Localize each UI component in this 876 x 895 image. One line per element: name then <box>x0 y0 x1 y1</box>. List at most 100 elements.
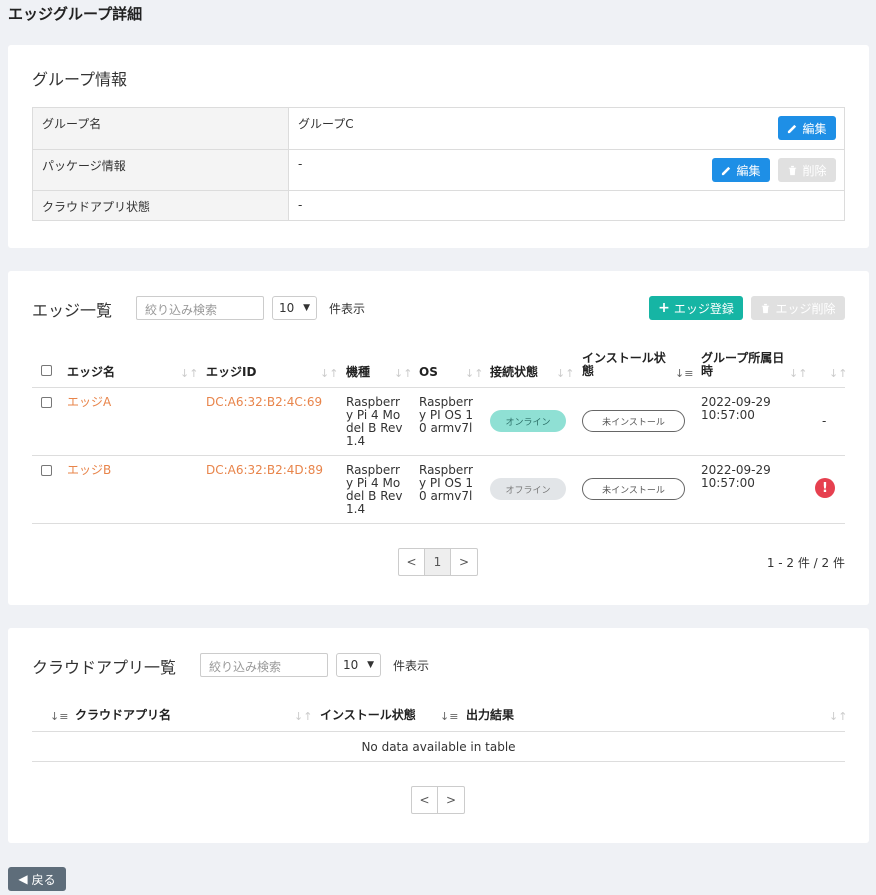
info-value: - <box>298 198 303 212</box>
register-label: エッジ登録 <box>673 301 734 316</box>
delete-label: 削除 <box>802 163 827 178</box>
install-status-badge: 未インストール <box>582 478 685 500</box>
sort-icon[interactable]: ↓↑ <box>556 367 574 380</box>
edge-table-header: エッジ名 ↓↑ エッジID ↓↑ 機種 ↓↑ OS ↓↑ 接続状態 ↓↑ インス… <box>32 349 847 388</box>
edge-count: 1 - 2 件 / 2 件 <box>766 556 845 570</box>
cloud-app-table-header: ↓≡ クラウドアプリ名 ↓↑ インストール状態 ↓≡ 出力結果 ↓↑ <box>32 700 847 732</box>
delete-edge-button[interactable]: エッジ削除 <box>751 296 845 320</box>
install-status-badge: 未インストール <box>582 410 685 432</box>
edge-list-card: エッジ一覧 絞り込み検索 10 ▼ 件表示 + エッジ登録 エッジ削除 エッジ名… <box>8 271 869 605</box>
group-info-card: グループ情報 グループ名 グループC 編集 パッケージ情報 - 編集 削除 クラ… <box>8 45 869 248</box>
sort-icon[interactable]: ↓↑ <box>320 367 338 380</box>
row-checkbox[interactable] <box>41 465 52 476</box>
col-output[interactable]: 出力結果 <box>466 709 514 722</box>
select-all-checkbox[interactable] <box>41 365 52 376</box>
package-value: - <box>298 157 303 171</box>
col-install[interactable]: インストール状態 <box>582 352 670 378</box>
table-row: エッジB DC:A6:32:B2:4D:89 Raspberr y Pi 4 Mo… <box>32 456 845 524</box>
cloud-app-card: クラウドアプリ一覧 絞り込み検索 10 ▼ 件表示 ↓≡ クラウドアプリ名 ↓↑… <box>8 628 869 843</box>
back-button[interactable]: ◀ 戻る <box>8 867 66 891</box>
info-key: グループ名 <box>33 108 289 149</box>
plus-icon: + <box>658 300 670 316</box>
info-row-cloud-app: クラウドアプリ状態 - <box>33 191 844 220</box>
prev-page-button[interactable]: < <box>412 787 438 813</box>
trash-icon <box>789 165 797 175</box>
edge-id-link[interactable]: DC:A6:32:B2:4D:89 <box>206 464 323 477</box>
edge-model: Raspberr y Pi 4 Mo del B Rev 1.4 <box>346 395 403 448</box>
joined-at: 2022-09-29 10:57:00 <box>701 463 771 490</box>
group-info-table: グループ名 グループC 編集 パッケージ情報 - 編集 削除 クラウドアプリ状態… <box>32 107 845 221</box>
sort-icon[interactable]: ↓↑ <box>789 367 807 380</box>
back-label: 戻る <box>31 872 56 887</box>
cloud-app-title: クラウドアプリ一覧 <box>32 658 177 677</box>
chevron-down-icon: ▼ <box>367 660 374 670</box>
page-size-value: 10 <box>279 301 295 315</box>
edit-label: 編集 <box>736 163 761 178</box>
info-value: - 編集 削除 <box>289 150 844 190</box>
row-checkbox[interactable] <box>41 397 52 408</box>
edge-os: Raspberr y PI OS 10 armv7l <box>419 395 474 435</box>
status-badge: オンライン <box>490 410 566 432</box>
sort-icon[interactable]: ↓≡ <box>50 710 68 723</box>
per-page-label: 件表示 <box>393 659 430 673</box>
sort-icon[interactable]: ↓↑ <box>829 367 847 380</box>
edit-group-name-button[interactable]: 編集 <box>778 116 836 140</box>
trash-icon <box>762 303 770 313</box>
alert-icon[interactable]: ! <box>815 478 835 498</box>
sort-icon[interactable]: ↓↑ <box>180 367 198 380</box>
info-key: クラウドアプリ状態 <box>33 191 289 220</box>
extra-value: - <box>822 414 827 428</box>
group-info-title: グループ情報 <box>32 70 128 89</box>
table-row: エッジA DC:A6:32:B2:4C:69 Raspberr y Pi 4 Mo… <box>32 388 845 456</box>
col-edge-id[interactable]: エッジID <box>206 366 256 379</box>
group-name-value: グループC <box>298 117 354 131</box>
cloud-app-pagination: < > <box>411 786 465 814</box>
edge-pagination: < 1 > <box>398 548 478 576</box>
page-1-button[interactable]: 1 <box>425 549 451 575</box>
sort-icon[interactable]: ↓↑ <box>829 710 847 723</box>
col-model[interactable]: 機種 <box>346 366 370 379</box>
col-os[interactable]: OS <box>419 366 438 379</box>
col-edge-name[interactable]: エッジ名 <box>67 366 115 379</box>
edge-name-link[interactable]: エッジB <box>67 464 111 477</box>
col-joined[interactable]: グループ所属日時 <box>701 352 785 378</box>
joined-at: 2022-09-29 10:57:00 <box>701 395 771 422</box>
edge-name-link[interactable]: エッジA <box>67 396 111 409</box>
delete-package-button[interactable]: 削除 <box>778 158 836 182</box>
sort-icon[interactable]: ↓↑ <box>465 367 483 380</box>
pencil-icon <box>722 166 731 175</box>
sort-icon[interactable]: ↓↑ <box>394 367 412 380</box>
cloud-app-page-size-select[interactable]: 10 ▼ <box>336 653 381 677</box>
chevron-down-icon: ▼ <box>303 303 310 313</box>
edge-search-input[interactable]: 絞り込み検索 <box>136 296 264 320</box>
page-size-value: 10 <box>343 658 359 672</box>
delete-edge-label: エッジ削除 <box>775 301 836 316</box>
edge-list-title: エッジ一覧 <box>32 301 113 320</box>
edge-page-size-select[interactable]: 10 ▼ <box>272 296 317 320</box>
next-page-button[interactable]: > <box>438 787 464 813</box>
edit-package-button[interactable]: 編集 <box>712 158 770 182</box>
sort-icon[interactable]: ↓↑ <box>294 710 312 723</box>
edge-model: Raspberr y Pi 4 Mo del B Rev 1.4 <box>346 463 403 516</box>
prev-page-button[interactable]: < <box>399 549 425 575</box>
info-key: パッケージ情報 <box>33 150 289 190</box>
sort-icon[interactable]: ↓≡ <box>675 367 693 380</box>
col-cloud-app-name[interactable]: クラウドアプリ名 <box>75 709 171 722</box>
col-connection[interactable]: 接続状態 <box>490 366 538 379</box>
per-page-label: 件表示 <box>329 302 366 316</box>
edge-os: Raspberr y PI OS 10 armv7l <box>419 463 474 503</box>
empty-table-message: No data available in table <box>32 732 845 762</box>
edit-label: 編集 <box>802 121 827 136</box>
next-page-button[interactable]: > <box>451 549 477 575</box>
status-badge: オフライン <box>490 478 566 500</box>
sort-icon[interactable]: ↓≡ <box>440 710 458 723</box>
register-edge-button[interactable]: + エッジ登録 <box>649 296 743 320</box>
info-row-package: パッケージ情報 - 編集 削除 <box>33 150 844 191</box>
info-row-group-name: グループ名 グループC 編集 <box>33 108 844 150</box>
info-value: グループC 編集 <box>289 108 844 149</box>
col-cloud-install[interactable]: インストール状態 <box>320 709 416 722</box>
edge-id-link[interactable]: DC:A6:32:B2:4C:69 <box>206 396 322 409</box>
cloud-app-search-input[interactable]: 絞り込み検索 <box>200 653 328 677</box>
page-title: エッジグループ詳細 <box>8 5 143 23</box>
pencil-icon <box>788 124 797 133</box>
